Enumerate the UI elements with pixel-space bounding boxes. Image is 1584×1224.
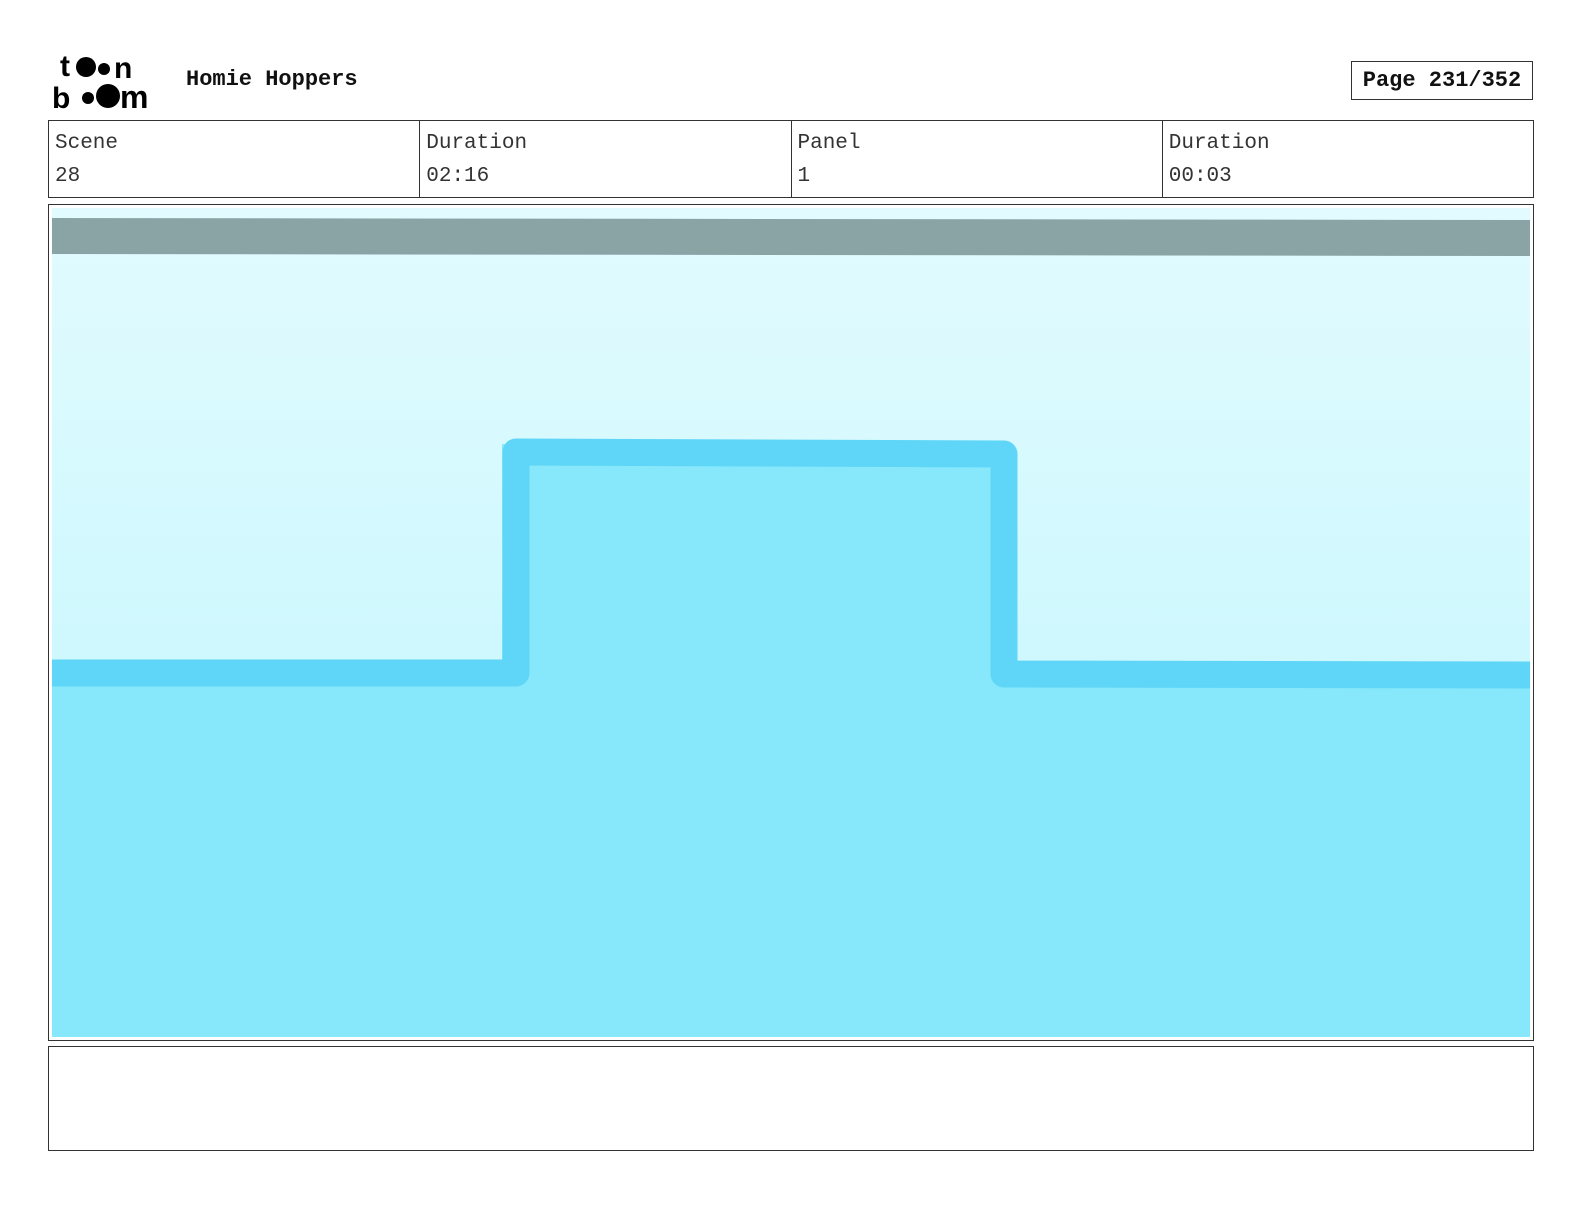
scene-duration-value: 02:16 [426,165,490,188]
panel-duration-cell: Duration 00:03 [1161,121,1533,197]
scene-label: Scene [55,132,119,155]
svg-text:b: b [52,82,70,112]
panel-duration-value: 00:03 [1168,165,1232,188]
panel-value: 1 [797,165,811,188]
panel-duration-label: Duration [1168,132,1270,155]
scene-value: 28 [55,165,81,188]
panel-artwork [52,208,1530,1037]
action-notes-box [48,1046,1534,1151]
page-counter: Page 231/352 [1351,61,1533,100]
svg-text:m: m [120,79,148,112]
scene-duration-cell: Duration 02:16 [419,121,790,197]
top-bar [52,218,1530,256]
toon-boom-logo: t n b m [52,50,148,112]
project-title: Homie Hoppers [186,67,358,92]
scene-duration-label: Duration [426,132,528,155]
scene-info-table: Scene 28 Duration 02:16 Panel 1 Duration… [48,120,1534,198]
scene-cell: Scene 28 [49,121,419,197]
panel-label: Panel [797,132,861,155]
panel-cell: Panel 1 [790,121,1162,197]
svg-text:t: t [60,50,70,83]
